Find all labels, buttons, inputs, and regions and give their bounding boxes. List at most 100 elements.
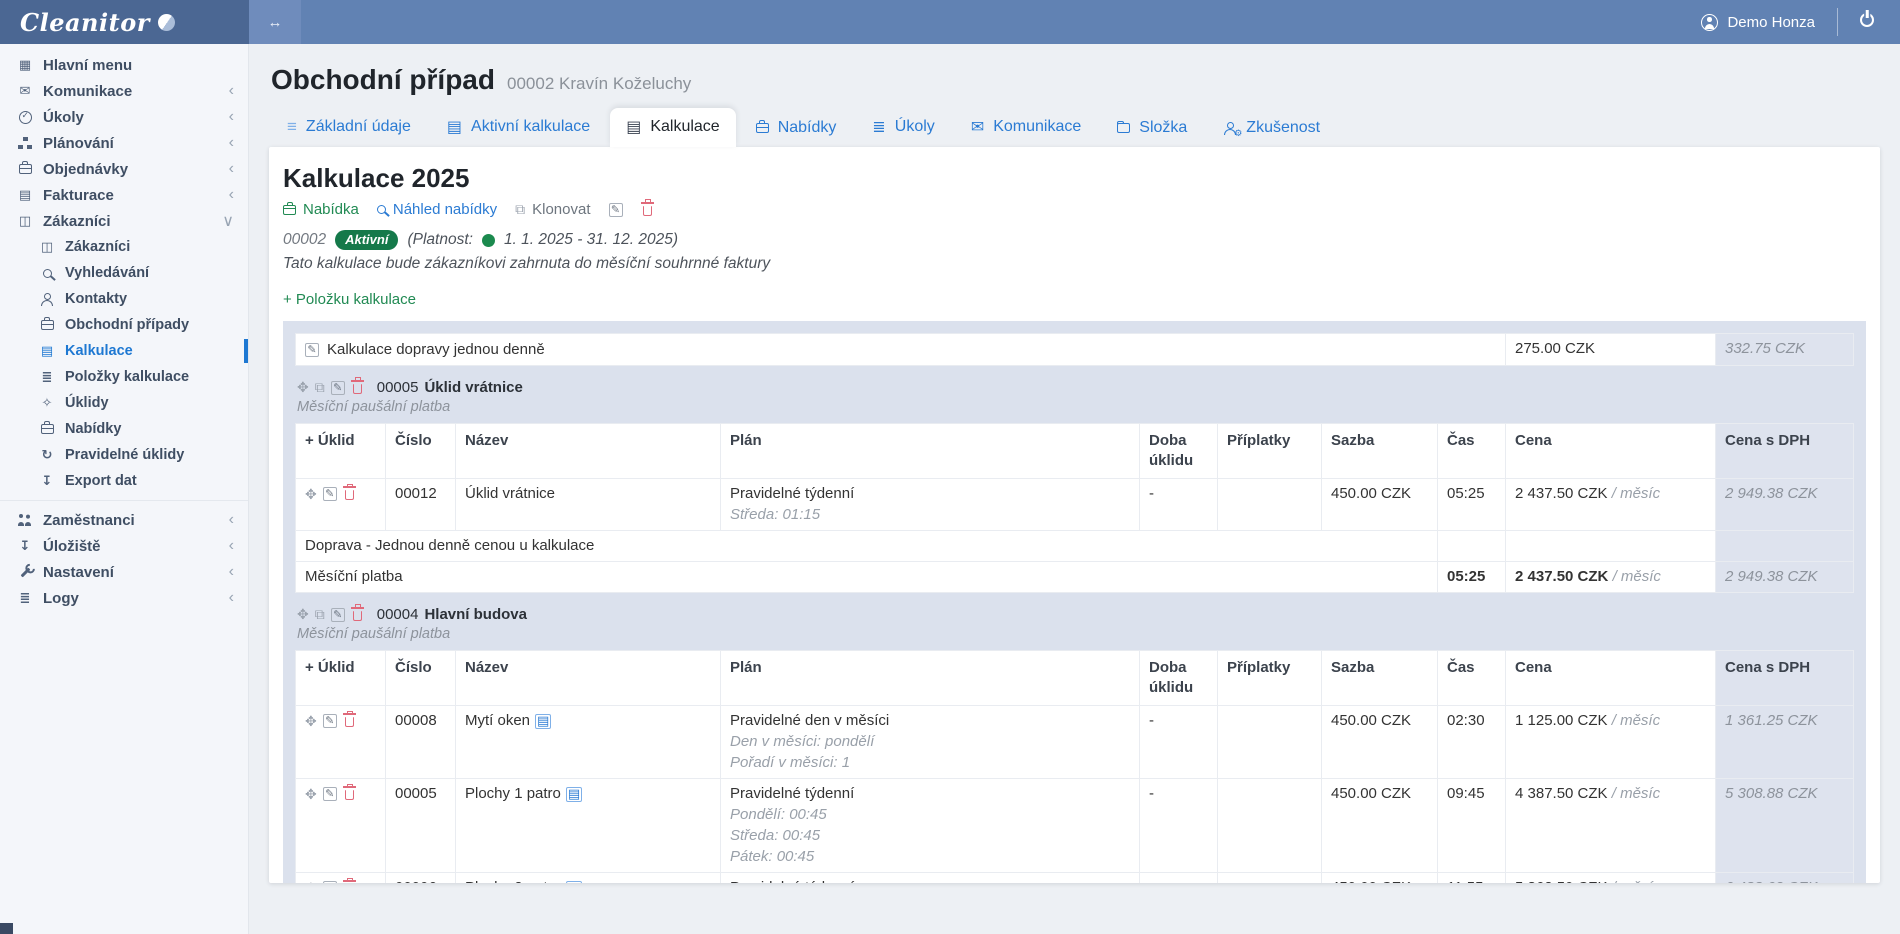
add-cleaning-link[interactable]: + Úklid bbox=[296, 424, 386, 479]
sidebar-item-ukoly[interactable]: Úkoly ‹ bbox=[0, 104, 248, 130]
tab-zkusenost[interactable]: Zkušenost bbox=[1207, 110, 1336, 147]
document-list-icon: ▤ bbox=[14, 187, 36, 203]
sidebar-item-fakturace[interactable]: ▤ Fakturace ‹ bbox=[0, 182, 248, 208]
move-icon[interactable]: ✥ bbox=[305, 784, 317, 804]
logout-button[interactable] bbox=[1860, 13, 1874, 32]
sidebar-item-planovani[interactable]: Plánování ‹ bbox=[0, 130, 248, 156]
tab-ukoly[interactable]: ≣ Úkoly bbox=[856, 108, 950, 147]
transport-price: 275.00 CZK bbox=[1506, 334, 1716, 366]
edit-icon[interactable]: ✎ bbox=[331, 608, 345, 622]
copy-icon[interactable]: ⧉ bbox=[315, 379, 325, 396]
group-payment-type: Měsíční paušální platba bbox=[297, 626, 1854, 642]
refresh-icon: ↻ bbox=[36, 447, 58, 463]
delete-calculation-button[interactable] bbox=[641, 204, 654, 216]
sidebar-resize-button[interactable]: ↔ bbox=[249, 0, 301, 44]
sidebar-item-logy[interactable]: ≣ Logy ‹ bbox=[0, 585, 248, 611]
group-payment-type: Měsíční paušální platba bbox=[297, 399, 1854, 415]
chevron-left-icon: ‹ bbox=[229, 511, 234, 529]
table-header-row: + Úklid Číslo Název Plán Doba úklidu Pří… bbox=[296, 424, 1854, 479]
note-icon[interactable]: ▤ bbox=[566, 787, 582, 802]
offer-link[interactable]: Nabídka bbox=[283, 201, 359, 218]
note-icon[interactable]: ▤ bbox=[566, 881, 582, 883]
sidebar-item-pravidelne-uklidy[interactable]: ↻ Pravidelné úklidy bbox=[0, 442, 248, 468]
trash-icon[interactable] bbox=[345, 790, 354, 800]
summary-price-vat: 2 949.38 CZK bbox=[1716, 562, 1854, 593]
edit-icon[interactable]: ✎ bbox=[323, 487, 337, 501]
offer-preview-link[interactable]: Náhled nabídky bbox=[377, 201, 497, 218]
sidebar-item-uloziste[interactable]: ↧ Úložiště ‹ bbox=[0, 533, 248, 559]
sidebar: ▦ Hlavní menu ✉ Komunikace ‹ Úkoly ‹ Plá… bbox=[0, 44, 249, 934]
download-tray-icon: ↧ bbox=[14, 538, 36, 554]
sidebar-item-nastaveni[interactable]: Nastavení ‹ bbox=[0, 559, 248, 585]
tab-aktivni-kalkulace[interactable]: ▤ Aktivní kalkulace bbox=[431, 108, 606, 147]
user-menu[interactable]: Demo Honza bbox=[1701, 14, 1815, 31]
edit-icon[interactable]: ✎ bbox=[323, 881, 337, 883]
validity-prefix: (Platnost: bbox=[407, 231, 472, 249]
move-icon[interactable]: ✥ bbox=[305, 484, 317, 504]
edit-icon[interactable]: ✎ bbox=[305, 343, 319, 357]
logo[interactable]: Cleanitor bbox=[0, 0, 249, 44]
person-icon bbox=[36, 293, 58, 306]
tab-nabidky[interactable]: Nabídky bbox=[740, 110, 853, 147]
move-icon[interactable]: ✥ bbox=[305, 878, 317, 883]
sidebar-item-komunikace[interactable]: ✉ Komunikace ‹ bbox=[0, 78, 248, 104]
move-icon[interactable]: ✥ bbox=[297, 606, 309, 623]
summary-time: 05:25 bbox=[1438, 562, 1506, 593]
trash-icon[interactable] bbox=[345, 717, 354, 727]
folder-icon bbox=[1117, 123, 1130, 133]
topbar: Cleanitor ↔ Demo Honza bbox=[0, 0, 1900, 44]
table-row: ✥ ✎ 00005 Plochy 1 patro▤ Pravidelné týd… bbox=[296, 779, 1854, 873]
tab-komunikace[interactable]: ✉ Komunikace bbox=[955, 108, 1097, 147]
trash-icon[interactable] bbox=[345, 490, 354, 500]
tab-kalkulace[interactable]: ▤ Kalkulace bbox=[610, 108, 736, 147]
trash-icon bbox=[643, 206, 652, 216]
sidebar-item-zakaznici-list[interactable]: ◫ Zákazníci bbox=[0, 234, 248, 260]
chevron-left-icon: ‹ bbox=[229, 82, 234, 100]
list-icon: ≣ bbox=[36, 369, 58, 385]
sidebar-item-vyhledavani[interactable]: Vyhledávání bbox=[0, 260, 248, 286]
copy-icon[interactable]: ⧉ bbox=[315, 606, 325, 623]
group-header: ✥ ⧉ ✎ 00004 Hlavní budova bbox=[295, 605, 1854, 624]
group-header: ✥ ⧉ ✎ 00005 Úklid vrátnice bbox=[295, 378, 1854, 397]
sidebar-item-objednavky[interactable]: Objednávky ‹ bbox=[0, 156, 248, 182]
trash-icon[interactable] bbox=[353, 384, 362, 394]
sidebar-item-hlavni-menu[interactable]: ▦ Hlavní menu bbox=[0, 52, 248, 78]
chevron-left-icon: ‹ bbox=[229, 108, 234, 126]
add-cleaning-link[interactable]: + Úklid bbox=[296, 651, 386, 706]
edit-calculation-button[interactable]: ✎ bbox=[609, 203, 623, 217]
sidebar-item-kalkulace[interactable]: ▤ Kalkulace bbox=[0, 338, 248, 364]
add-calculation-item-link[interactable]: + Položku kalkulace bbox=[283, 291, 416, 308]
main-content: Obchodní případ 00002 Kravín Koželuchy ≡… bbox=[249, 44, 1900, 934]
resize-arrows-icon: ↔ bbox=[268, 14, 283, 31]
clone-link[interactable]: ⧉ Klonovat bbox=[515, 201, 590, 218]
transport-note-row: Doprava - Jednou denně cenou u kalkulace bbox=[296, 531, 1854, 562]
move-icon[interactable]: ✥ bbox=[297, 379, 309, 396]
sidebar-submenu-zakaznici: ◫ Zákazníci Vyhledávání Kontakty Obchodn… bbox=[0, 234, 248, 494]
sidebar-item-nabidky[interactable]: Nabídky bbox=[0, 416, 248, 442]
people-icon bbox=[14, 514, 36, 526]
wrench-icon bbox=[14, 567, 36, 578]
note-icon[interactable]: ▤ bbox=[535, 714, 551, 729]
validity-range: 1. 1. 2025 - 31. 12. 2025) bbox=[504, 231, 678, 249]
edit-icon[interactable]: ✎ bbox=[331, 381, 345, 395]
sidebar-item-export-dat[interactable]: ↧ Export dat bbox=[0, 468, 248, 494]
building-icon: ◫ bbox=[14, 213, 36, 229]
tab-zakladni-udaje[interactable]: ≡ Základní údaje bbox=[271, 108, 427, 147]
sidebar-item-polozky-kalkulace[interactable]: ≣ Položky kalkulace bbox=[0, 364, 248, 390]
edit-icon[interactable]: ✎ bbox=[323, 787, 337, 801]
sidebar-item-uklidy[interactable]: ✧ Úklidy bbox=[0, 390, 248, 416]
sidebar-item-obchodni-pripady[interactable]: Obchodní případy bbox=[0, 312, 248, 338]
sidebar-item-kontakty[interactable]: Kontakty bbox=[0, 286, 248, 312]
move-icon[interactable]: ✥ bbox=[305, 711, 317, 731]
sidebar-item-zamestnanci[interactable]: Zaměstnanci ‹ bbox=[0, 507, 248, 533]
download-icon: ↧ bbox=[36, 473, 58, 489]
briefcase-icon bbox=[14, 164, 36, 174]
tab-slozka[interactable]: Složka bbox=[1101, 110, 1203, 147]
envelope-icon: ✉ bbox=[14, 83, 36, 99]
sidebar-item-zakaznici[interactable]: ◫ Zákazníci ∨ bbox=[0, 208, 248, 234]
calculation-actions: Nabídka Náhled nabídky ⧉ Klonovat ✎ bbox=[283, 201, 1866, 218]
trash-icon[interactable] bbox=[353, 611, 362, 621]
edit-icon[interactable]: ✎ bbox=[323, 714, 337, 728]
list-icon: ≣ bbox=[872, 117, 885, 137]
person-gear-icon bbox=[1223, 122, 1237, 135]
